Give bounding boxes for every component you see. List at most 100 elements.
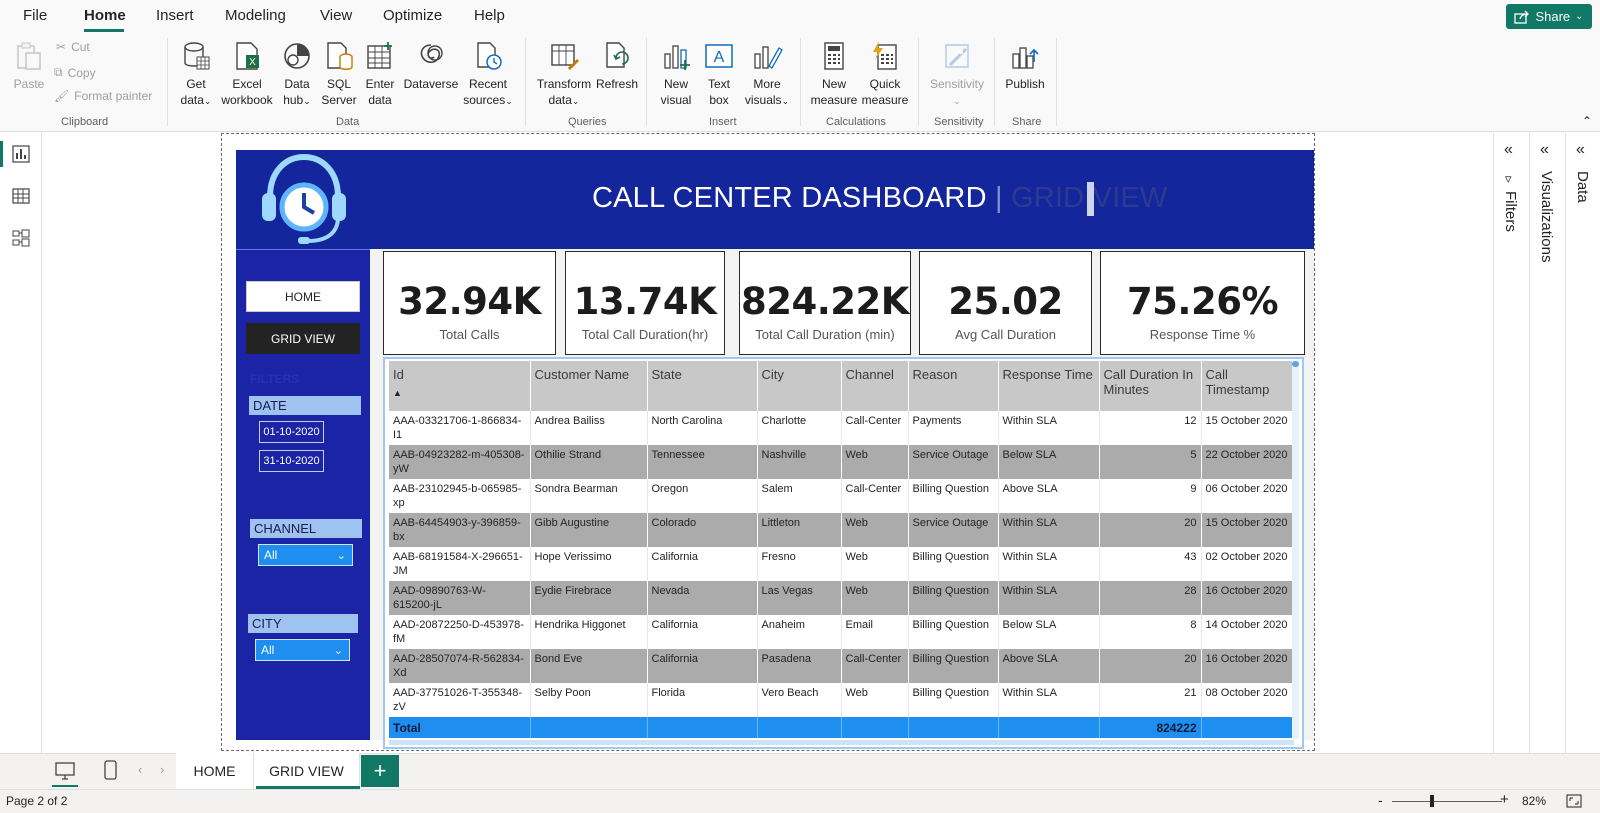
- new-visual-label-1: New: [663, 77, 688, 91]
- menu-modeling[interactable]: Modeling: [225, 7, 286, 24]
- table-cell: 06 October 2020: [1201, 479, 1299, 513]
- get-data-button[interactable]: Get data⌄: [176, 40, 216, 109]
- refresh-button[interactable]: Refresh: [594, 40, 640, 92]
- menu-file[interactable]: File: [23, 7, 47, 24]
- table-cell: 02 October 2020: [1201, 547, 1299, 581]
- excel-workbook-button[interactable]: X Excel workbook: [218, 40, 276, 108]
- table-cell: Billing Question: [908, 547, 999, 581]
- publish-label: Publish: [1005, 77, 1045, 91]
- enter-data-button[interactable]: Enter data: [362, 40, 398, 108]
- share-icon: [1514, 10, 1530, 24]
- svg-text:A: A: [714, 49, 725, 66]
- table-row[interactable]: AAB-23102945-b-065985-xp Sondra Bearman Or…: [389, 479, 1299, 513]
- date-to-input[interactable]: 31-10-2020: [259, 450, 324, 472]
- column-header-call-timestamp[interactable]: Call Timestamp: [1201, 361, 1299, 411]
- column-header-call-duration[interactable]: Call Duration In Minutes: [1099, 361, 1202, 411]
- data-hub-button[interactable]: Data hub⌄: [278, 40, 316, 109]
- recent-sources-icon: [477, 42, 502, 70]
- model-view-icon[interactable]: [12, 229, 30, 247]
- more-visuals-button[interactable]: More visuals⌄: [742, 40, 792, 109]
- column-header-reason[interactable]: Reason: [908, 361, 999, 411]
- visualizations-pane-title[interactable]: Visualizations: [1538, 171, 1555, 262]
- page-tab-home[interactable]: HOME: [176, 753, 254, 789]
- menu-optimize[interactable]: Optimize: [383, 7, 442, 24]
- page-tab-grid-view[interactable]: GRID VIEW: [254, 753, 360, 789]
- city-dropdown[interactable]: All ⌄: [255, 639, 350, 661]
- tabs-prev-icon[interactable]: ‹: [138, 762, 142, 777]
- cut-button[interactable]: ✂ Cut: [56, 40, 90, 54]
- sensitivity-button[interactable]: Sensitivity ⌄: [926, 40, 988, 109]
- kpi-card-total-duration-hr: 13.74K Total Call Duration(hr): [565, 251, 725, 355]
- clipboard-group-label: Clipboard: [61, 116, 109, 128]
- share-button[interactable]: Share ⌄: [1506, 4, 1592, 29]
- paste-button[interactable]: Paste: [12, 40, 46, 92]
- report-view-icon[interactable]: [12, 145, 30, 163]
- transform-data-button[interactable]: Transform data⌄: [534, 40, 594, 109]
- new-measure-label-1: New: [821, 77, 846, 91]
- mobile-layout-icon[interactable]: [104, 760, 117, 780]
- column-header-state[interactable]: State: [647, 361, 758, 411]
- menu-insert[interactable]: Insert: [156, 7, 194, 24]
- publish-button[interactable]: Publish: [1002, 40, 1048, 92]
- column-header-customer-name[interactable]: Customer Name: [530, 361, 648, 411]
- zoom-slider-track[interactable]: [1392, 801, 1502, 802]
- new-visual-button[interactable]: New visual: [656, 40, 696, 108]
- table-cell: Billing Question: [908, 479, 999, 513]
- kpi-card-avg-duration: 25.02 Avg Call Duration: [919, 251, 1092, 355]
- expand-data-icon[interactable]: «: [1576, 141, 1585, 159]
- copy-button[interactable]: ⧉ Copy: [54, 65, 96, 80]
- channel-dropdown[interactable]: All ⌄: [258, 544, 353, 566]
- dataverse-button[interactable]: Dataverse: [403, 40, 459, 92]
- new-measure-button[interactable]: New measure: [808, 40, 860, 108]
- sort-ascending-icon[interactable]: ▲: [393, 388, 526, 398]
- table-row[interactable]: AAB-64454903-y-396859-bx Gibb Augustine Co…: [389, 513, 1299, 547]
- recent-sources-button[interactable]: Recent sources⌄: [460, 40, 516, 109]
- column-header-channel[interactable]: Channel: [841, 361, 909, 411]
- format-painter-button[interactable]: 🖌 Format painter: [54, 89, 152, 103]
- table-row[interactable]: AAA-03321706-1-866834-I1 Andrea Bailiss No…: [389, 411, 1299, 445]
- menu-view[interactable]: View: [320, 7, 352, 24]
- column-header-id[interactable]: Id ▲: [389, 361, 531, 411]
- filters-pane-title[interactable]: Filters: [1502, 191, 1519, 232]
- column-header-response-time[interactable]: Response Time: [998, 361, 1100, 411]
- column-header-city[interactable]: City: [757, 361, 842, 411]
- tabs-next-icon[interactable]: ›: [160, 762, 164, 777]
- expand-filters-icon[interactable]: «: [1504, 141, 1513, 159]
- expand-visualizations-icon[interactable]: «: [1540, 141, 1549, 159]
- sensitivity-group-label: Sensitivity: [934, 116, 984, 128]
- table-row[interactable]: AAD-28507074-R-562834-Xd Bond Eve Californ…: [389, 649, 1299, 683]
- table-cell: Nevada: [647, 581, 758, 615]
- add-page-button[interactable]: +: [361, 755, 399, 787]
- zoom-out-button[interactable]: -: [1378, 792, 1383, 808]
- vertical-scrollbar-thumb[interactable]: [1292, 361, 1299, 367]
- sql-server-button[interactable]: SQL Server: [320, 40, 358, 108]
- table-row[interactable]: AAB-04923282-m-405308-yW Othilie Strand Te…: [389, 445, 1299, 479]
- page-indicator: Page 2 of 2: [6, 794, 68, 808]
- table-cell: Billing Question: [908, 649, 999, 683]
- table-view-icon[interactable]: [12, 187, 30, 205]
- kpi-label: Total Call Duration(hr): [581, 327, 709, 342]
- collapse-ribbon-icon[interactable]: ⌃: [1582, 114, 1592, 128]
- menu-help[interactable]: Help: [474, 7, 505, 24]
- desktop-layout-icon[interactable]: [55, 762, 75, 780]
- data-pane-title[interactable]: Data: [1574, 171, 1591, 203]
- zoom-slider-thumb[interactable]: [1430, 795, 1434, 807]
- table-cell: Vero Beach: [757, 683, 842, 717]
- zoom-in-button[interactable]: +: [1500, 791, 1509, 808]
- table-row[interactable]: AAD-09890763-W-615200-jL Eydie Firebrace N…: [389, 581, 1299, 615]
- horizontal-scrollbar[interactable]: [389, 740, 1294, 745]
- quick-measure-button[interactable]: Quick measure: [859, 40, 911, 108]
- nav-home-button[interactable]: HOME: [246, 281, 360, 312]
- menu-home[interactable]: Home: [84, 7, 126, 24]
- table-row[interactable]: AAB-68191584-X-296651-JM Hope Verissimo Ca…: [389, 547, 1299, 581]
- table-cell: Othilie Strand: [530, 445, 648, 479]
- text-box-button[interactable]: A Text box: [700, 40, 738, 108]
- ribbon-separator: [525, 38, 526, 126]
- vertical-scrollbar[interactable]: [1292, 361, 1299, 739]
- table-row[interactable]: AAD-20872250-D-453978-fM Hendrika Higgone…: [389, 615, 1299, 649]
- ribbon-separator: [646, 38, 647, 126]
- fit-to-page-icon[interactable]: [1566, 794, 1582, 808]
- date-from-input[interactable]: 01-10-2020: [259, 421, 324, 443]
- nav-grid-view-button[interactable]: GRID VIEW: [246, 323, 360, 354]
- table-row[interactable]: AAD-37751026-T-355348-zV Selby Poon Florid…: [389, 683, 1299, 717]
